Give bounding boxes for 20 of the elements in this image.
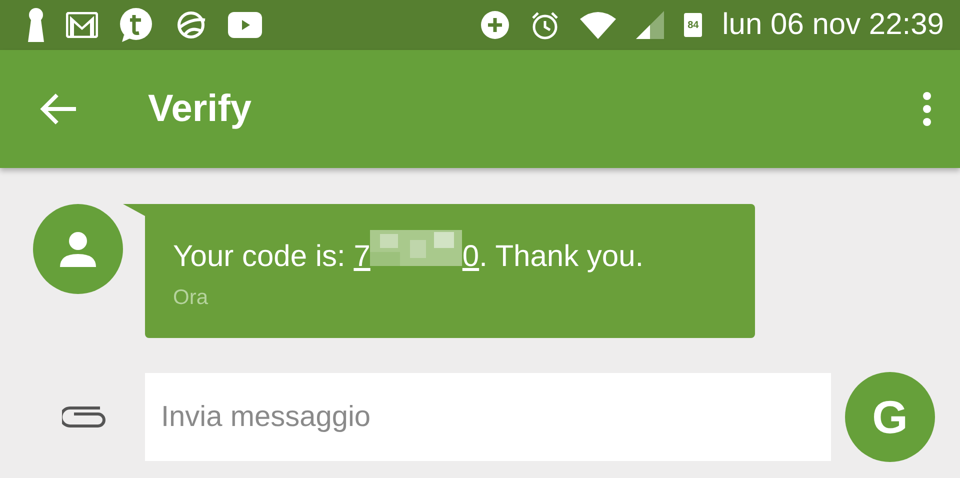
video-play-icon (228, 12, 262, 38)
screen-title: Verify (148, 88, 252, 130)
message-time: Ora (173, 286, 210, 310)
chat-bubble-icon (118, 7, 154, 43)
code-link[interactable]: 7 0 (354, 230, 480, 274)
back-arrow-icon[interactable] (40, 93, 78, 125)
paperclip-icon[interactable] (62, 406, 106, 428)
account-avatar[interactable]: G (845, 372, 935, 462)
battery-level: 84 (684, 13, 702, 37)
wifi-icon (580, 11, 616, 39)
more-menu-icon[interactable] (922, 92, 932, 126)
keyhole-icon (26, 8, 46, 42)
mail-icon (66, 12, 98, 38)
signal-icon (636, 11, 664, 39)
person-icon (59, 230, 97, 268)
plus-circle-icon (480, 10, 510, 40)
alarm-clock-icon (530, 10, 560, 40)
clock: lun 06 nov 22:39 (722, 8, 944, 42)
message-input-field[interactable]: Invia messaggio (145, 373, 831, 461)
message-text: Your code is: 7 0. Thank you. (173, 230, 727, 274)
